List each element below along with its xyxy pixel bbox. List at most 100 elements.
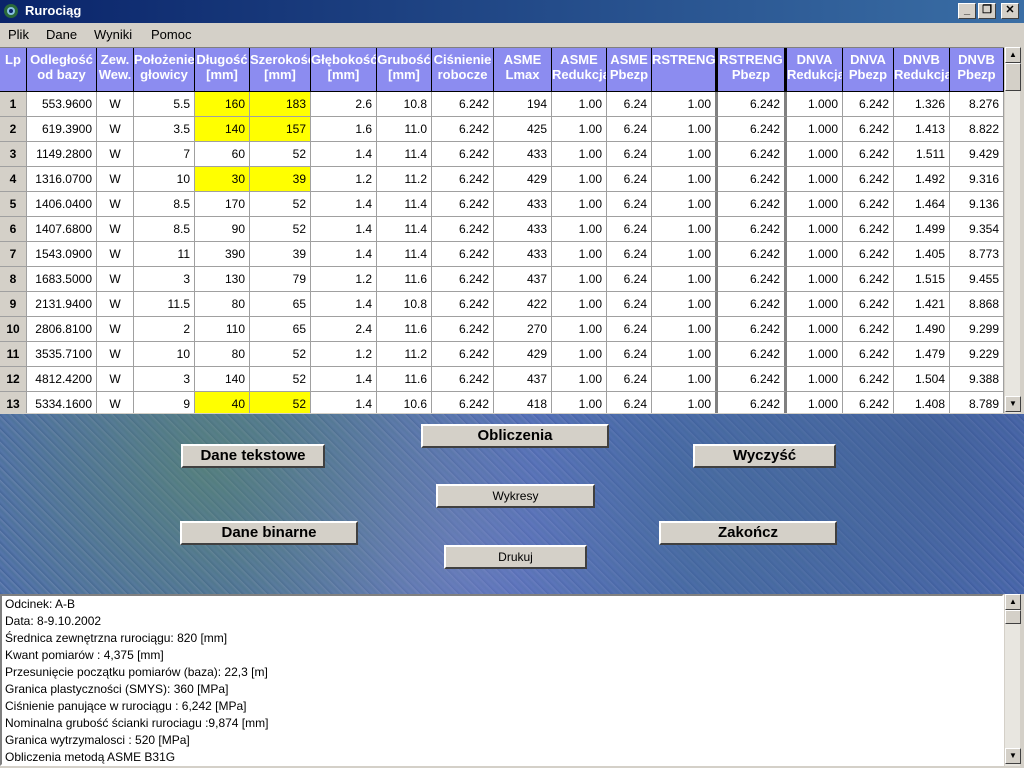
column-header[interactable]: Szerokość [mm]	[250, 48, 311, 92]
table-cell[interactable]: W	[97, 292, 134, 317]
column-header[interactable]: ASME Redukcja	[552, 48, 607, 92]
table-cell[interactable]: 8.822	[950, 117, 1004, 142]
table-cell[interactable]: 1.326	[894, 92, 950, 117]
table-cell[interactable]: 130	[195, 267, 250, 292]
table-cell[interactable]: 1.464	[894, 192, 950, 217]
grid-scrollbar[interactable]: ▲ ▼	[1004, 47, 1021, 413]
table-cell[interactable]: 1.00	[652, 267, 718, 292]
table-cell[interactable]: 11.0	[377, 117, 432, 142]
table-cell[interactable]: 1.000	[787, 367, 843, 392]
row-number[interactable]: 13	[0, 392, 27, 413]
minimize-button[interactable]: _	[958, 3, 976, 19]
table-cell[interactable]: 11.4	[377, 217, 432, 242]
column-header[interactable]: Grubość [mm]	[377, 48, 432, 92]
table-cell[interactable]: 1.499	[894, 217, 950, 242]
table-cell[interactable]: 10	[134, 167, 195, 192]
table-cell[interactable]: 433	[494, 217, 552, 242]
table-cell[interactable]: 429	[494, 167, 552, 192]
table-cell[interactable]: W	[97, 117, 134, 142]
table-cell[interactable]: 1.00	[652, 342, 718, 367]
table-cell[interactable]: 6.242	[843, 117, 894, 142]
column-header[interactable]: DNVA Redukcja	[787, 48, 843, 92]
table-cell[interactable]: 1.2	[311, 267, 377, 292]
table-cell[interactable]: 429	[494, 342, 552, 367]
table-cell[interactable]: 1.000	[787, 217, 843, 242]
table-cell[interactable]: W	[97, 392, 134, 413]
table-cell[interactable]: 6.242	[843, 92, 894, 117]
table-cell[interactable]: 6.242	[718, 142, 787, 167]
table-cell[interactable]: 6.242	[843, 317, 894, 342]
table-cell[interactable]: 6.242	[843, 292, 894, 317]
table-cell[interactable]: 6.242	[432, 317, 494, 342]
table-cell[interactable]: 6.242	[718, 367, 787, 392]
table-cell[interactable]: W	[97, 167, 134, 192]
table-cell[interactable]: 1.2	[311, 342, 377, 367]
table-cell[interactable]: 6.24	[607, 292, 652, 317]
table-cell[interactable]: 270	[494, 317, 552, 342]
table-cell[interactable]: 6.242	[843, 267, 894, 292]
table-cell[interactable]: 9.299	[950, 317, 1004, 342]
log-scroll-up-icon[interactable]: ▲	[1005, 594, 1021, 610]
table-cell[interactable]: 1683.5000	[27, 267, 97, 292]
column-header[interactable]: RSTRENG	[652, 48, 718, 92]
table-cell[interactable]: 2	[134, 317, 195, 342]
table-cell[interactable]: 1.504	[894, 367, 950, 392]
table-cell[interactable]: W	[97, 242, 134, 267]
table-cell[interactable]: 437	[494, 267, 552, 292]
table-cell[interactable]: 6.242	[718, 117, 787, 142]
table-cell[interactable]: 30	[195, 167, 250, 192]
table-cell[interactable]: 1.4	[311, 367, 377, 392]
row-number[interactable]: 8	[0, 267, 27, 292]
table-cell[interactable]: 5334.1600	[27, 392, 97, 413]
table-cell[interactable]: 9.229	[950, 342, 1004, 367]
table-cell[interactable]: 8.773	[950, 242, 1004, 267]
row-number[interactable]: 12	[0, 367, 27, 392]
table-cell[interactable]: 8.276	[950, 92, 1004, 117]
menu-pomoc[interactable]: Pomoc	[151, 27, 191, 42]
table-cell[interactable]: 1.00	[652, 217, 718, 242]
table-cell[interactable]: 6.24	[607, 242, 652, 267]
table-cell[interactable]: 1.00	[652, 92, 718, 117]
table-cell[interactable]: 8.5	[134, 217, 195, 242]
table-cell[interactable]: 1.000	[787, 342, 843, 367]
table-cell[interactable]: 6.24	[607, 267, 652, 292]
table-cell[interactable]: 194	[494, 92, 552, 117]
table-cell[interactable]: 1.00	[552, 392, 607, 413]
table-cell[interactable]: W	[97, 142, 134, 167]
obliczenia-button[interactable]: Obliczenia	[421, 424, 609, 448]
table-cell[interactable]: 10.6	[377, 392, 432, 413]
table-cell[interactable]: 1.4	[311, 142, 377, 167]
table-cell[interactable]: 1.2	[311, 167, 377, 192]
table-cell[interactable]: 6.242	[718, 167, 787, 192]
table-cell[interactable]: 1.000	[787, 192, 843, 217]
table-cell[interactable]: 11.4	[377, 192, 432, 217]
column-header[interactable]: Zew. Wew.	[97, 48, 134, 92]
table-cell[interactable]: 1.00	[552, 267, 607, 292]
table-cell[interactable]: 6.242	[432, 242, 494, 267]
table-cell[interactable]: 9.316	[950, 167, 1004, 192]
table-cell[interactable]: 52	[250, 217, 311, 242]
table-cell[interactable]: 6.24	[607, 142, 652, 167]
table-cell[interactable]: 10.8	[377, 292, 432, 317]
table-cell[interactable]: 60	[195, 142, 250, 167]
table-cell[interactable]: 1.00	[552, 92, 607, 117]
table-cell[interactable]: 619.3900	[27, 117, 97, 142]
table-cell[interactable]: 39	[250, 167, 311, 192]
table-cell[interactable]: 6.242	[718, 342, 787, 367]
scroll-up-icon[interactable]: ▲	[1005, 47, 1021, 63]
table-cell[interactable]: 52	[250, 392, 311, 413]
table-cell[interactable]: 3535.7100	[27, 342, 97, 367]
table-cell[interactable]: 1.511	[894, 142, 950, 167]
table-cell[interactable]: 9.136	[950, 192, 1004, 217]
table-cell[interactable]: 6.242	[718, 242, 787, 267]
zakoncz-button[interactable]: Zakończ	[659, 521, 837, 545]
table-cell[interactable]: 5.5	[134, 92, 195, 117]
table-cell[interactable]: 1.6	[311, 117, 377, 142]
table-cell[interactable]: 11.6	[377, 267, 432, 292]
table-cell[interactable]: 11.2	[377, 167, 432, 192]
table-cell[interactable]: 1.00	[652, 167, 718, 192]
table-cell[interactable]: W	[97, 342, 134, 367]
table-cell[interactable]: 6.242	[432, 192, 494, 217]
table-cell[interactable]: 3	[134, 267, 195, 292]
table-cell[interactable]: 1149.2800	[27, 142, 97, 167]
